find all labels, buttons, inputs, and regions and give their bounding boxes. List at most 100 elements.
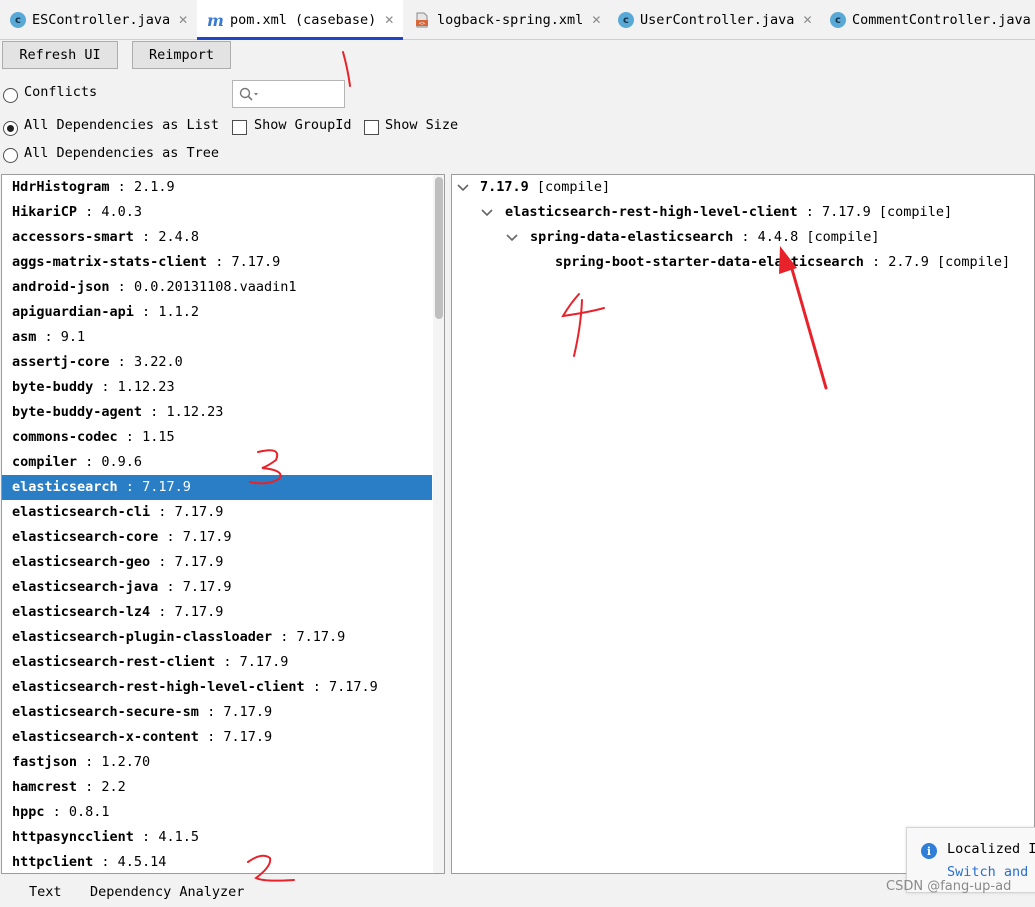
close-icon[interactable]: ✕	[802, 13, 812, 27]
tree-node-root[interactable]: 7.17.9 [compile]	[480, 175, 610, 200]
close-icon[interactable]: ✕	[591, 13, 601, 27]
list-item[interactable]: hamcrest : 2.2	[2, 775, 432, 800]
dependency-name: httpclient	[12, 854, 94, 870]
tree-node-name: elasticsearch-rest-high-level-client	[505, 204, 798, 220]
list-item[interactable]: compiler : 0.9.6	[2, 450, 432, 475]
list-item[interactable]: HdrHistogram : 2.1.9	[2, 175, 432, 200]
refresh-ui-button[interactable]: Refresh UI	[2, 41, 118, 69]
dependency-version: 2.2	[101, 779, 126, 795]
as-tree-radio[interactable]	[3, 148, 18, 163]
tab-dependency-analyzer[interactable]: Dependency Analyzer	[90, 884, 244, 900]
chevron-down-icon[interactable]	[480, 205, 494, 219]
list-item[interactable]: elasticsearch-secure-sm : 7.17.9	[2, 700, 432, 725]
dependency-name: accessors-smart	[12, 229, 134, 245]
list-item[interactable]: elasticsearch-java : 7.17.9	[2, 575, 432, 600]
notification-link[interactable]: Switch and	[947, 864, 1028, 880]
dependency-version: 4.1.5	[158, 829, 199, 845]
list-item[interactable]: apiguardian-api : 1.1.2	[2, 300, 432, 325]
tab-logback-spring[interactable]: <> logback-spring.xml ✕	[404, 0, 608, 40]
list-item[interactable]: elasticsearch-rest-client : 7.17.9	[2, 650, 432, 675]
tree-node-version: 2.7.9	[888, 254, 929, 270]
list-item[interactable]: elasticsearch-geo : 7.17.9	[2, 550, 432, 575]
dependency-version: 7.17.9	[223, 729, 273, 745]
list-item[interactable]: elasticsearch-cli : 7.17.9	[2, 500, 432, 525]
list-item[interactable]: commons-codec : 1.15	[2, 425, 432, 450]
tree-node-name: 7.17.9	[480, 179, 529, 195]
show-groupid-checkbox[interactable]	[232, 120, 247, 135]
list-item[interactable]: elasticsearch-core : 7.17.9	[2, 525, 432, 550]
tree-node-version: 4.4.8	[757, 229, 799, 245]
dependency-version: 7.17.9	[182, 579, 232, 595]
editor-tab-bar: c ESController.java ✕ m pom.xml (casebas…	[0, 0, 1035, 40]
dependency-version: 0.8.1	[68, 804, 110, 820]
chevron-down-icon[interactable]	[505, 230, 519, 244]
list-item[interactable]: fastjson : 1.2.70	[2, 750, 432, 775]
as-list-radio[interactable]	[3, 121, 18, 136]
dependency-name: fastjson	[12, 754, 78, 770]
conflicts-label: Conflicts	[24, 84, 98, 100]
conflicts-radio[interactable]	[3, 88, 18, 103]
dependency-version: 0.9.6	[101, 454, 143, 470]
dependency-version: 1.12.23	[117, 379, 175, 395]
tree-node-scope: [compile]	[878, 204, 953, 220]
java-class-icon: c	[618, 12, 634, 28]
reimport-button[interactable]: Reimport	[132, 41, 231, 69]
dependency-name: elasticsearch-lz4	[12, 604, 151, 620]
tree-node-scope: [compile]	[937, 254, 1011, 270]
dependency-version: 1.15	[142, 429, 175, 445]
tab-escontroller[interactable]: c ESController.java ✕	[0, 0, 197, 40]
list-item[interactable]: aggs-matrix-stats-client : 7.17.9	[2, 250, 432, 275]
list-item[interactable]: HikariCP : 4.0.3	[2, 200, 432, 225]
list-item[interactable]: byte-buddy : 1.12.23	[2, 375, 432, 400]
dependency-version: 3.22.0	[133, 354, 183, 370]
dependency-version: 7.17.9	[231, 254, 281, 270]
list-item[interactable]: elasticsearch : 7.17.9	[2, 475, 432, 500]
list-item[interactable]: byte-buddy-agent : 1.12.23	[2, 400, 432, 425]
tab-text[interactable]: Text	[29, 884, 62, 900]
dependency-name: elasticsearch-java	[12, 579, 159, 595]
dependency-name: elasticsearch-plugin-classloader	[12, 629, 273, 645]
dependency-name: elasticsearch-core	[12, 529, 159, 545]
show-size-checkbox[interactable]	[364, 120, 379, 135]
dependency-name: elasticsearch	[12, 479, 118, 495]
tree-node-level2[interactable]: spring-data-elasticsearch : 4.4.8 [compi…	[530, 225, 880, 250]
scrollbar-thumb[interactable]	[435, 177, 443, 319]
dependency-name: elasticsearch-rest-high-level-client	[12, 679, 305, 695]
list-item[interactable]: elasticsearch-lz4 : 7.17.9	[2, 600, 432, 625]
dependency-name: compiler	[12, 454, 78, 470]
dependency-version: 7.17.9	[142, 479, 191, 495]
list-item[interactable]: httpasyncclient : 4.1.5	[2, 825, 432, 850]
search-input[interactable]	[232, 80, 345, 108]
dependency-tree: 7.17.9 [compile] elasticsearch-rest-high…	[451, 174, 1035, 874]
dependency-version: 9.1	[60, 329, 86, 345]
tree-node-version: 7.17.9	[822, 204, 871, 220]
scrollbar[interactable]	[433, 175, 444, 873]
tab-usercontroller[interactable]: c UserController.java ✕	[608, 0, 830, 40]
tree-node-name: spring-boot-starter-data-elasticsearch	[555, 254, 864, 270]
list-item[interactable]: android-json : 0.0.20131108.vaadin1	[2, 275, 432, 300]
dependency-name: elasticsearch-secure-sm	[12, 704, 199, 720]
dependency-name: asm	[12, 329, 37, 345]
list-item[interactable]: asm : 9.1	[2, 325, 432, 350]
close-icon[interactable]: ✕	[178, 13, 188, 27]
tree-node-level3[interactable]: spring-boot-starter-data-elasticsearch :…	[555, 250, 1010, 275]
close-icon[interactable]: ✕	[384, 13, 394, 27]
dependency-name: assertj-core	[12, 354, 110, 370]
dependency-name: aggs-matrix-stats-client	[12, 254, 208, 270]
svg-text:<>: <>	[419, 21, 425, 27]
list-item[interactable]: elasticsearch-x-content : 7.17.9	[2, 725, 432, 750]
dependency-version: 7.17.9	[329, 679, 378, 695]
dependency-name: byte-buddy-agent	[12, 404, 143, 420]
list-item[interactable]: elasticsearch-rest-high-level-client : 7…	[2, 675, 432, 700]
list-item[interactable]: httpclient : 4.5.14	[2, 850, 432, 873]
tree-node-level1[interactable]: elasticsearch-rest-high-level-client : 7…	[505, 200, 952, 225]
search-icon	[239, 87, 258, 101]
tab-pom-xml[interactable]: m pom.xml (casebase) ✕	[197, 0, 403, 40]
chevron-down-icon[interactable]	[456, 180, 470, 194]
list-item[interactable]: hppc : 0.8.1	[2, 800, 432, 825]
list-item[interactable]: assertj-core : 3.22.0	[2, 350, 432, 375]
tab-commentcontroller[interactable]: c CommentController.java	[820, 0, 1035, 40]
list-item[interactable]: accessors-smart : 2.4.8	[2, 225, 432, 250]
show-size-label: Show Size	[385, 117, 459, 133]
list-item[interactable]: elasticsearch-plugin-classloader : 7.17.…	[2, 625, 432, 650]
